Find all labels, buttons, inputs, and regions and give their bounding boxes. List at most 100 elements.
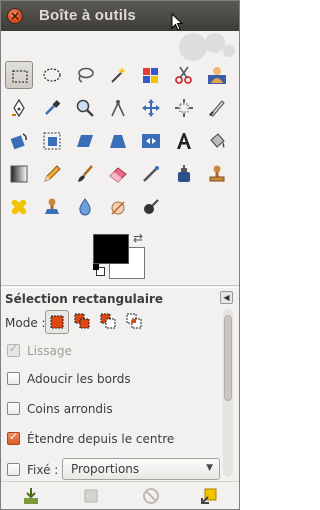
mode-replace-button[interactable]: [45, 310, 69, 334]
reset-arrow-icon: [201, 488, 217, 504]
heal-tool[interactable]: [5, 193, 33, 221]
chevron-down-icon: ▼: [206, 463, 213, 473]
shear-tool[interactable]: [71, 127, 99, 155]
crop-tool[interactable]: [203, 94, 231, 122]
restore-options-button[interactable]: [81, 486, 101, 506]
paintbrush-tool[interactable]: [71, 160, 99, 188]
rect-select-tool[interactable]: [5, 61, 33, 89]
select-by-color-tool[interactable]: [137, 61, 165, 89]
restore-icon: [84, 489, 98, 503]
pencil-tool[interactable]: [38, 160, 66, 188]
lasso-icon: [78, 67, 94, 83]
align-icon: [175, 99, 193, 117]
scissors-select-tool[interactable]: [170, 61, 198, 89]
scale-tool[interactable]: [38, 127, 66, 155]
save-download-icon: [24, 488, 38, 504]
color-selector: ⇄: [93, 231, 153, 281]
eyedropper-icon: [45, 100, 61, 115]
swap-colors-icon[interactable]: ⇄: [133, 231, 143, 245]
close-button[interactable]: ×: [8, 9, 22, 23]
pen-nib-icon: [12, 98, 25, 118]
flip-icon: [142, 134, 160, 148]
blur-sharpen-tool[interactable]: [71, 193, 99, 221]
stamp-icon: [209, 165, 225, 182]
water-drop-icon: [79, 198, 91, 216]
dodge-burn-tool[interactable]: [137, 193, 165, 221]
smudge-tool[interactable]: [104, 193, 132, 221]
mode-intersect-button[interactable]: [123, 310, 147, 334]
ink-bottle-icon: [178, 165, 190, 182]
close-icon: ×: [9, 9, 21, 23]
foreground-select-tool[interactable]: [203, 61, 231, 89]
rounded-checkbox[interactable]: [7, 402, 20, 415]
feather-checkbox[interactable]: [7, 372, 20, 385]
eraser-tool[interactable]: [104, 160, 132, 188]
bucket-icon: [210, 133, 225, 148]
fixed-mode-value: Proportions: [71, 462, 140, 476]
bucket-fill-tool[interactable]: [203, 127, 231, 155]
tool-options-title: Sélection rectangulaire: [5, 292, 164, 306]
fuzzy-select-tool[interactable]: [104, 61, 132, 89]
bandage-icon: [11, 199, 27, 215]
mode-subtract-button[interactable]: [97, 310, 121, 334]
ink-tool[interactable]: [170, 160, 198, 188]
delete-options-button[interactable]: [141, 486, 161, 506]
select-by-color-icon: [143, 68, 158, 83]
mode-intersect-icon: [126, 313, 142, 329]
ellipse-select-tool[interactable]: [38, 61, 66, 89]
flip-tool[interactable]: [137, 127, 165, 155]
airbrush-tool[interactable]: [137, 160, 165, 188]
mode-add-button[interactable]: [71, 310, 95, 334]
magic-wand-icon: [111, 67, 126, 83]
knife-icon: [209, 100, 225, 117]
airbrush-icon: [143, 166, 159, 182]
color-picker-tool[interactable]: [38, 94, 66, 122]
bottom-toolbar: [1, 481, 239, 510]
move-arrows-icon: [142, 99, 160, 117]
dodge-burn-icon: [144, 199, 159, 214]
move-tool[interactable]: [137, 94, 165, 122]
zoom-tool[interactable]: [71, 94, 99, 122]
paths-tool[interactable]: [5, 94, 33, 122]
no-entry-icon: [143, 488, 159, 504]
perspective-clone-tool[interactable]: [38, 193, 66, 221]
expand-center-label: Étendre depuis le centre: [27, 432, 175, 446]
blend-tool[interactable]: [5, 160, 33, 188]
antialias-checkbox[interactable]: [7, 342, 20, 357]
fixed-mode-select[interactable]: Proportions ▼: [62, 458, 220, 480]
foreground-color-swatch[interactable]: [93, 234, 129, 264]
rotate-tool[interactable]: [5, 127, 33, 155]
panel-separator[interactable]: [1, 285, 239, 288]
scale-icon: [43, 132, 61, 150]
window-title: Boîte à outils: [39, 7, 136, 24]
text-tool[interactable]: [170, 127, 198, 155]
clone-tool[interactable]: [203, 160, 231, 188]
magnifier-icon: [76, 99, 94, 117]
toolbox-window: × Boîte à outils ⇄ Sélection rectangulai…: [0, 0, 240, 510]
perspective-stamp-icon: [45, 198, 59, 214]
fixed-checkbox[interactable]: [7, 463, 20, 476]
measure-tool[interactable]: [104, 94, 132, 122]
eraser-icon: [109, 167, 127, 183]
rotate-icon: [10, 133, 27, 150]
antialias-label: Lissage: [27, 344, 72, 358]
fixed-label: Fixé :: [27, 463, 59, 477]
options-scrollbar[interactable]: [223, 309, 233, 477]
text-a-icon: [177, 133, 191, 149]
default-colors-icon[interactable]: [93, 264, 105, 276]
panel-menu-icon[interactable]: ◀: [220, 291, 233, 304]
reset-options-button[interactable]: [199, 486, 219, 506]
expand-center-checkbox[interactable]: [7, 430, 20, 445]
compass-icon: [111, 100, 125, 117]
mode-subtract-icon: [100, 313, 116, 329]
align-tool[interactable]: [170, 94, 198, 122]
mode-replace-icon: [50, 315, 64, 329]
shear-icon: [77, 135, 93, 147]
perspective-tool[interactable]: [104, 127, 132, 155]
save-options-button[interactable]: [21, 486, 41, 506]
ellipse-select-icon: [43, 68, 61, 82]
free-select-tool[interactable]: [71, 61, 99, 89]
foreground-select-icon: [208, 67, 226, 84]
scrollbar-thumb[interactable]: [224, 315, 232, 401]
title-bar[interactable]: × Boîte à outils: [1, 1, 239, 31]
